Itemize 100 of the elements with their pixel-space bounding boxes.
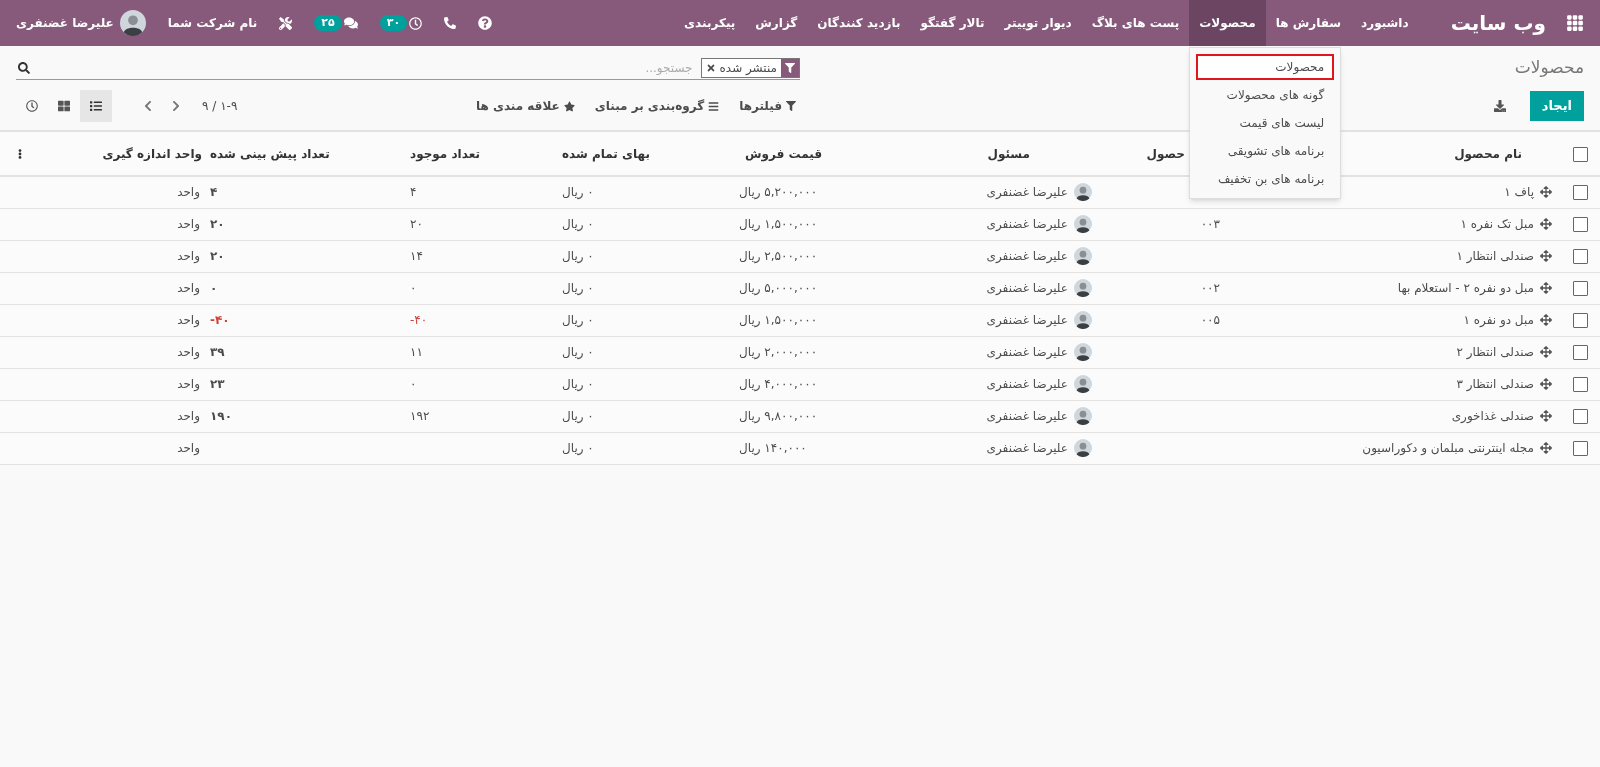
table-cell: واحد xyxy=(177,313,200,327)
table-cell: ۰ xyxy=(410,377,417,391)
help-icon[interactable] xyxy=(478,16,493,30)
menu-item[interactable]: دیوار توییتر xyxy=(994,0,1082,46)
checkbox[interactable] xyxy=(1572,345,1588,360)
filters-button[interactable]: فیلترها xyxy=(739,97,796,115)
column-header[interactable]: تعداد پیش بینی شده xyxy=(205,131,405,176)
menu-item[interactable]: بازدید کنندگان xyxy=(807,0,911,46)
user-name[interactable]: علیرضا غضنفری xyxy=(16,14,114,32)
table-cell-text: علیرضا غضنفری xyxy=(986,408,1068,425)
avatar-icon xyxy=(1074,407,1092,425)
filter-icon xyxy=(786,101,796,111)
dropdown-item[interactable]: محصولات xyxy=(1196,54,1335,80)
table-cell: ۰۰۵ xyxy=(1200,313,1220,327)
table-cell-text: مبل دو نفره ۲ - استعلام بها xyxy=(1397,280,1534,297)
pager-value[interactable]: ۱-۹ / ۹ xyxy=(190,97,250,115)
tools-icon[interactable] xyxy=(279,16,293,30)
table-cell-text: صندلی غذاخوری xyxy=(1451,408,1534,425)
group-by-button[interactable]: گروه‌بندی بر مبنای xyxy=(594,97,720,115)
checkbox[interactable] xyxy=(1572,409,1588,424)
table-cell: ۴ xyxy=(410,185,417,200)
table-cell: ۰ ریال xyxy=(562,249,594,263)
table-cell: ۴۰- xyxy=(410,313,428,327)
avatar-icon xyxy=(1074,215,1092,233)
activity-icon[interactable] xyxy=(409,16,423,30)
dropdown-item[interactable]: برنامه های تشویقی xyxy=(1196,138,1335,164)
table-cell-text: علیرضا غضنفری xyxy=(986,312,1068,329)
menu-item[interactable]: پیکربندی xyxy=(674,0,746,46)
activity-icon xyxy=(26,100,38,112)
phone-icon[interactable] xyxy=(444,17,457,29)
table-cell-text: علیرضا غضنفری xyxy=(986,344,1068,361)
menu-item[interactable]: داشبورد xyxy=(1351,0,1419,46)
column-header[interactable]: بهای تمام شده xyxy=(555,131,735,176)
table-cell: ۱۴ xyxy=(410,249,423,263)
avatar-icon xyxy=(119,10,146,36)
remove-facet-icon[interactable] xyxy=(705,62,716,73)
checkbox[interactable] xyxy=(1572,146,1588,162)
favorites-button[interactable]: علاقه مندی ها xyxy=(475,97,575,115)
table-cell-text: پاف ۱ xyxy=(1504,184,1534,202)
table-cell: واحد xyxy=(177,281,200,295)
column-header[interactable]: تعداد موجود xyxy=(405,131,555,176)
table-cell: ۰ ریال xyxy=(562,217,594,231)
drag-handle-icon[interactable] xyxy=(1540,346,1552,358)
dropdown-item[interactable]: لیست های قیمت xyxy=(1196,110,1335,136)
menu-item[interactable]: گزارش xyxy=(745,0,808,46)
checkbox[interactable] xyxy=(1572,313,1588,328)
table-cell-text: صندلی انتظار ۲ xyxy=(1456,344,1534,361)
column-header[interactable]: واحد اندازه گیری xyxy=(25,131,205,176)
drag-handle-icon[interactable] xyxy=(1540,282,1552,294)
table-cell: واحد xyxy=(177,441,200,455)
drag-handle-icon[interactable] xyxy=(1540,410,1552,422)
table-cell-text: علیرضا غضنفری xyxy=(986,376,1068,393)
menu-item[interactable]: سفارش ها xyxy=(1265,0,1352,46)
table-cell: ۱۱ xyxy=(410,345,423,359)
checkbox[interactable] xyxy=(1572,249,1588,264)
table-cell-text: علیرضا غضنفری xyxy=(986,184,1068,202)
table-cell: ۴۰- xyxy=(210,313,230,327)
dropdown-item[interactable]: گونه های محصولات xyxy=(1196,82,1335,108)
table-cell: ۰ ریال xyxy=(562,441,594,455)
table-cell: واحد xyxy=(177,249,200,263)
table-cell: ۰ ریال xyxy=(562,281,594,295)
drag-handle-icon[interactable] xyxy=(1540,378,1552,390)
company-name[interactable]: نام شرکت شما xyxy=(159,14,266,32)
kanban-icon xyxy=(58,100,70,112)
table-cell: ۴,۰۰۰,۰۰۰ ریال xyxy=(739,377,818,391)
table-cell: واحد xyxy=(177,409,200,423)
checkbox[interactable] xyxy=(1572,441,1588,456)
drag-handle-icon[interactable] xyxy=(1540,442,1552,454)
activity-count-badge: ۳۰ xyxy=(379,15,408,31)
drag-handle-icon[interactable] xyxy=(1540,250,1552,262)
checkbox[interactable] xyxy=(1572,377,1588,392)
app-title: وب سایت xyxy=(1449,10,1547,37)
next-page-icon[interactable] xyxy=(170,100,182,112)
column-header[interactable]: قیمت فروش xyxy=(735,131,900,176)
menu-item[interactable]: تالار گفتگو xyxy=(910,0,995,46)
menu-item[interactable]: پست های بلاگ xyxy=(1081,0,1190,46)
checkbox[interactable] xyxy=(1572,281,1588,296)
table-cell: ۳۹ xyxy=(210,345,225,359)
list-view-button[interactable] xyxy=(80,90,112,122)
search-input[interactable]: جستجو... xyxy=(30,58,701,77)
search-bar[interactable]: منتشر شده جستجو... xyxy=(16,56,800,80)
menu-item[interactable]: محصولات xyxy=(1189,0,1266,46)
table-cell: ۱۹۲ xyxy=(410,409,430,423)
checkbox[interactable] xyxy=(1572,217,1588,232)
table-cell-text: مبل دو نفره ۱ xyxy=(1463,312,1534,329)
drag-handle-icon[interactable] xyxy=(1540,186,1552,199)
search-facet[interactable]: منتشر شده xyxy=(700,57,800,78)
table-cell: ۲۳ xyxy=(210,377,225,391)
table-cell: ۰ ریال xyxy=(562,345,594,359)
search-icon[interactable] xyxy=(18,61,30,74)
apps-menu-icon[interactable] xyxy=(1566,14,1584,32)
messages-icon[interactable] xyxy=(343,16,358,30)
download-icon[interactable] xyxy=(1493,100,1506,112)
drag-handle-icon[interactable] xyxy=(1540,314,1552,326)
dropdown-item[interactable]: برنامه های بن تخفیف xyxy=(1196,166,1335,192)
column-header[interactable]: مسئول xyxy=(900,131,1100,176)
table-cell: ۱۴۰,۰۰۰ ریال xyxy=(739,441,807,455)
drag-handle-icon[interactable] xyxy=(1540,218,1552,230)
previous-page-icon[interactable] xyxy=(142,100,154,112)
checkbox[interactable] xyxy=(1572,185,1588,201)
